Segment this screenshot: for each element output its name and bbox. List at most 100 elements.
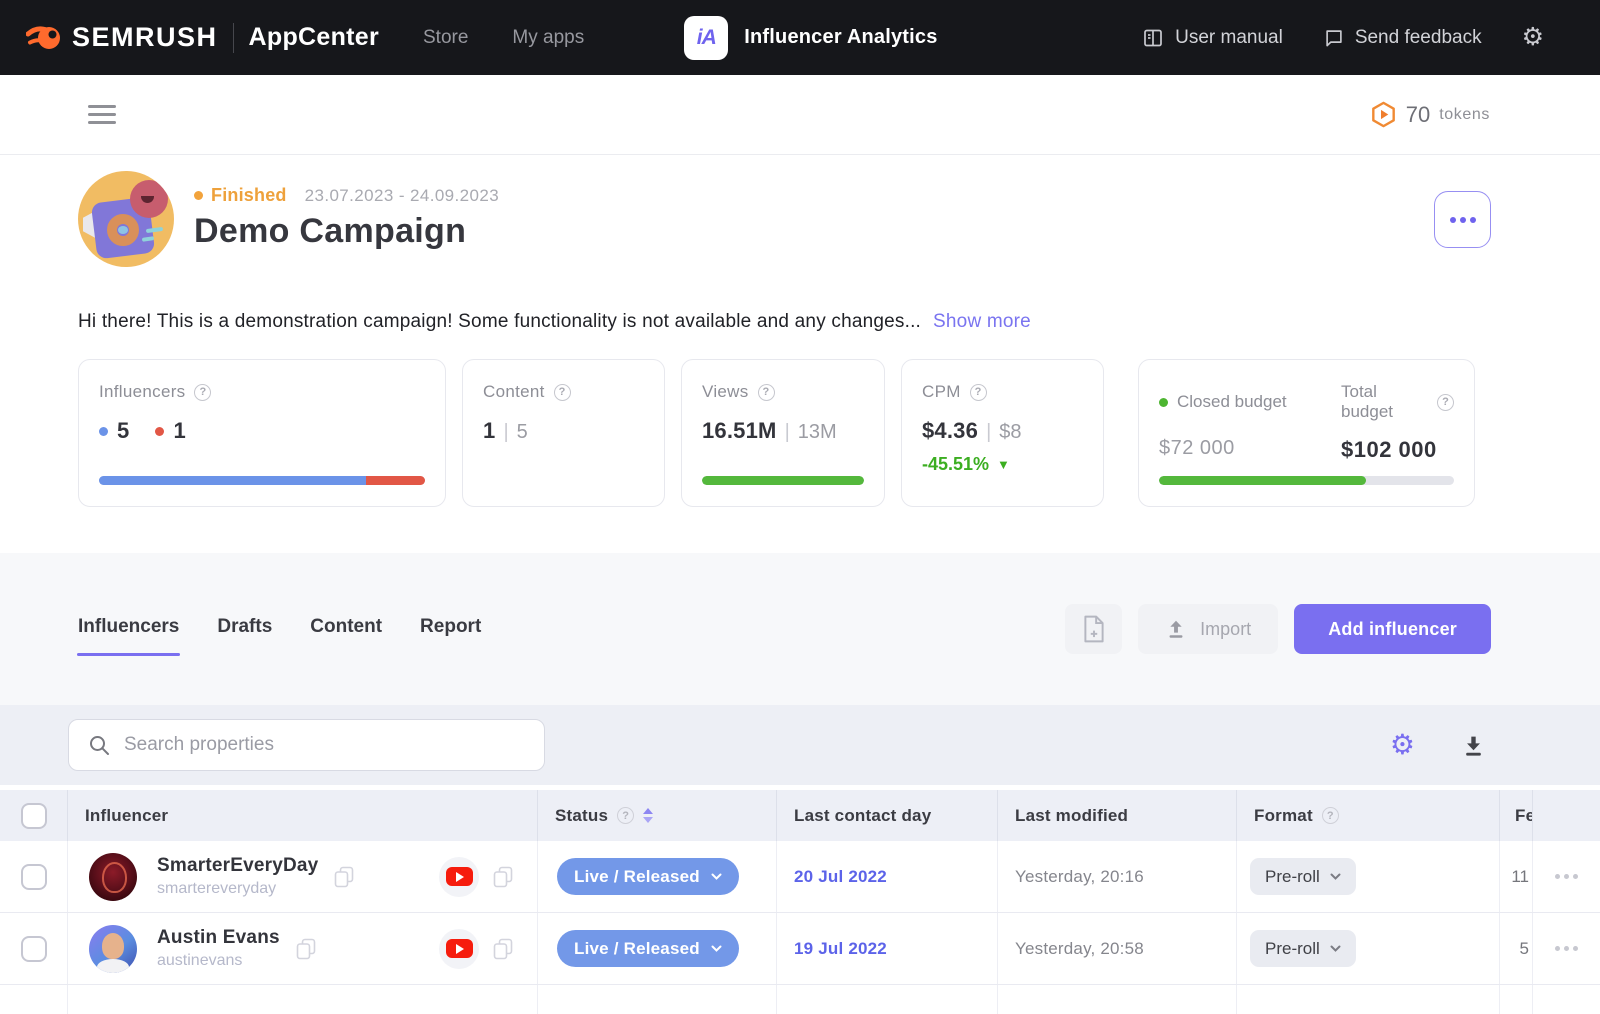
tokens-unit: tokens (1439, 106, 1490, 124)
sort-icon[interactable] (643, 808, 653, 823)
table-toolbar: Import Add influencer (1065, 604, 1491, 654)
table-row-partial (0, 985, 1600, 1014)
last-contact-link[interactable]: 19 Jul 2022 (794, 939, 887, 959)
format-dropdown[interactable]: Pre-roll (1250, 930, 1356, 967)
card-budget: Closed budget Total budget ? $72 000 $10… (1138, 359, 1475, 507)
row-actions-button[interactable] (1533, 841, 1600, 912)
campaign-description: Hi there! This is a demonstration campai… (78, 311, 1522, 333)
semrush-logo-icon[interactable] (26, 20, 62, 56)
views-planned: 13M (798, 421, 837, 444)
fee-value: 5 (1520, 939, 1529, 959)
influencer-name[interactable]: SmarterEveryDay (157, 855, 318, 877)
cpm-current: $4.36 (922, 418, 978, 444)
views-progress-bar (702, 476, 864, 485)
card-views: Views ? 16.51M | 13M (681, 359, 885, 507)
budget-progress-bar (1159, 476, 1454, 485)
chevron-down-icon (1330, 873, 1341, 880)
status-label: Live / Released (574, 939, 700, 959)
row-checkbox[interactable] (21, 864, 47, 890)
help-icon[interactable]: ? (617, 807, 634, 824)
help-icon[interactable]: ? (758, 384, 775, 401)
status-label: Live / Released (574, 867, 700, 887)
tab-influencers[interactable]: Influencers (78, 616, 179, 642)
user-manual-link[interactable]: User manual (1141, 26, 1283, 50)
influencer-handle: smartereveryday (157, 880, 318, 898)
header-status[interactable]: Status (555, 806, 608, 826)
format-dropdown[interactable]: Pre-roll (1250, 858, 1356, 895)
card-content: Content ? 1 | 5 (462, 359, 665, 507)
youtube-icon[interactable] (439, 929, 479, 969)
closed-budget-label: Closed budget (1177, 392, 1287, 412)
page-title: Demo Campaign (194, 212, 499, 251)
campaign-avatar (78, 171, 174, 267)
tabs: Influencers Drafts Content Report (78, 616, 481, 642)
views-current: 16.51M (702, 418, 777, 444)
status-dropdown[interactable]: Live / Released (557, 858, 739, 895)
separator: | (503, 421, 508, 444)
copy-icon[interactable] (493, 938, 513, 960)
row-actions-button[interactable] (1533, 913, 1600, 984)
influencers-progress-bar (99, 476, 425, 485)
help-icon[interactable]: ? (1322, 807, 1339, 824)
tab-drafts[interactable]: Drafts (217, 616, 272, 642)
suite-name[interactable]: AppCenter (249, 23, 379, 52)
closed-budget-value: $72 000 (1159, 437, 1341, 463)
brand-divider (233, 23, 234, 53)
send-feedback-link[interactable]: Send feedback (1323, 27, 1482, 49)
last-modified-value: Yesterday, 20:16 (1015, 867, 1144, 887)
upload-icon (1165, 618, 1187, 640)
failed-dot (155, 427, 164, 436)
add-document-button[interactable] (1065, 604, 1122, 654)
tab-content[interactable]: Content (310, 616, 382, 642)
search-box (68, 719, 545, 771)
format-label: Pre-roll (1265, 867, 1320, 887)
app-logo-icon: iA (684, 16, 728, 60)
copy-icon[interactable] (493, 866, 513, 888)
influencers-live-count: 5 (117, 418, 129, 444)
separator: | (986, 421, 991, 444)
brand-name[interactable]: SEMRUSH (72, 22, 218, 53)
row-checkbox[interactable] (21, 936, 47, 962)
tab-report[interactable]: Report (420, 616, 481, 642)
arrow-down-icon: ▼ (997, 457, 1010, 472)
copy-icon[interactable] (334, 866, 354, 888)
table-row: SmarterEveryDay smartereveryday Live / R… (0, 841, 1600, 913)
add-influencer-button[interactable]: Add influencer (1294, 604, 1491, 654)
live-dot (99, 427, 108, 436)
sub-header: 70 tokens (0, 75, 1600, 155)
import-label: Import (1200, 619, 1251, 640)
show-more-link[interactable]: Show more (933, 311, 1031, 332)
select-all-checkbox[interactable] (21, 803, 47, 829)
help-icon[interactable]: ? (554, 384, 571, 401)
help-icon[interactable]: ? (970, 384, 987, 401)
tokens-counter[interactable]: 70 tokens (1370, 101, 1490, 128)
chevron-down-icon (1330, 945, 1341, 952)
nav-my-apps[interactable]: My apps (512, 27, 584, 49)
chevron-down-icon (711, 873, 722, 880)
download-icon[interactable] (1461, 733, 1486, 758)
last-modified-value: Yesterday, 20:58 (1015, 939, 1144, 959)
cpm-delta-value: -45.51% (922, 454, 989, 475)
status-dropdown[interactable]: Live / Released (557, 930, 739, 967)
app-name: Influencer Analytics (744, 26, 937, 49)
app-header: iA Influencer Analytics (684, 16, 937, 60)
copy-icon[interactable] (296, 938, 316, 960)
hamburger-menu-icon[interactable] (88, 105, 116, 124)
help-icon[interactable]: ? (1437, 394, 1454, 411)
campaign-more-button[interactable] (1434, 191, 1491, 248)
search-input[interactable] (124, 734, 526, 756)
header-influencer: Influencer (85, 806, 168, 826)
nav-store[interactable]: Store (423, 27, 468, 49)
chevron-down-icon (711, 945, 722, 952)
settings-gear-icon[interactable]: ⚙ (1522, 25, 1544, 50)
book-icon (1141, 26, 1165, 50)
feedback-bubble-icon (1323, 27, 1345, 49)
youtube-icon[interactable] (439, 857, 479, 897)
columns-settings-gear-icon[interactable]: ⚙ (1390, 731, 1415, 759)
import-button[interactable]: Import (1138, 604, 1278, 654)
last-contact-link[interactable]: 20 Jul 2022 (794, 867, 887, 887)
campaign-section: Finished 23.07.2023 - 24.09.2023 Demo Ca… (0, 155, 1600, 553)
influencer-name[interactable]: Austin Evans (157, 927, 280, 949)
help-icon[interactable]: ? (194, 384, 211, 401)
search-row: ⚙ (0, 705, 1600, 785)
